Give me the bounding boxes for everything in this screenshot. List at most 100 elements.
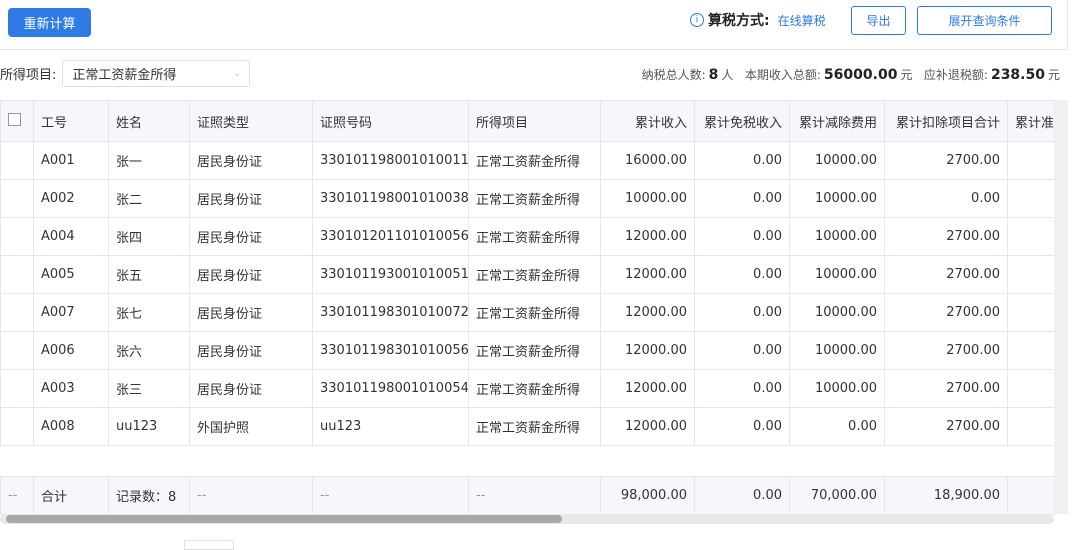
table-cell: 正常工资薪金所得 (468, 255, 601, 294)
row-select-cell[interactable] (0, 369, 34, 408)
select-all-cell[interactable] (0, 100, 34, 142)
row-select-cell[interactable] (0, 179, 34, 218)
table-cell: 正常工资薪金所得 (468, 141, 601, 180)
table-row[interactable]: A008 uu123 外国护照 uu123 正常工资薪金所得 12000.00 0.00 0.… (0, 407, 1055, 446)
scrollbar-thumb[interactable] (6, 515, 562, 523)
people-label: 纳税总人数: (641, 68, 706, 82)
table-cell: 0.00 (789, 407, 885, 446)
table-cell: 330101198001010054 (312, 369, 469, 408)
table-row[interactable]: A006 张六 居民身份证 330101198301010056 正常工资薪金所得 120… (0, 331, 1055, 370)
table-cell (1007, 217, 1055, 256)
table-cell: 张四 (108, 217, 190, 256)
table-cell: A005 (33, 255, 109, 294)
table-row[interactable]: A007 张七 居民身份证 330101198301010072 正常工资薪金所得 120… (0, 293, 1055, 332)
table-cell: 正常工资薪金所得 (468, 369, 601, 408)
tax-amount: 238.50 (990, 67, 1045, 83)
footer-cell: 18,900.00 (884, 476, 1008, 515)
row-select-cell[interactable] (0, 407, 34, 446)
vertical-scrollbar[interactable] (1054, 100, 1068, 514)
row-select-cell[interactable] (0, 141, 34, 180)
table-cell: 12000.00 (600, 255, 695, 294)
income-label: 本期收入总额: (744, 68, 821, 82)
table-cell: 2700.00 (884, 217, 1008, 256)
table-cell: 居民身份证 (189, 179, 313, 218)
table-cell: 0.00 (694, 369, 790, 408)
empty-cell (0, 445, 1055, 477)
table-cell: uu123 (108, 407, 190, 446)
table-row[interactable]: A005 张五 居民身份证 330101193001010051 正常工资薪金所得 120… (0, 255, 1055, 294)
expand-query-button[interactable]: 展开查询条件 (917, 6, 1052, 35)
table-cell: 2700.00 (884, 331, 1008, 370)
income-total: 56000.00 (823, 67, 898, 83)
table-cell: 张一 (108, 141, 190, 180)
table-cell: A003 (33, 369, 109, 408)
table-cell: 正常工资薪金所得 (468, 407, 601, 446)
table-cell: 张五 (108, 255, 190, 294)
empty-row (0, 445, 1055, 477)
table-cell: 2700.00 (884, 407, 1008, 446)
column-header: 累计减除费用 (789, 100, 885, 142)
column-header: 累计免税收入 (694, 100, 790, 142)
row-select-cell[interactable] (0, 255, 34, 294)
pagination-box[interactable] (184, 540, 234, 550)
table-cell: A001 (33, 141, 109, 180)
table-row[interactable]: A003 张三 居民身份证 330101198001010054 正常工资薪金所得 120… (0, 369, 1055, 408)
export-button[interactable]: 导出 (851, 6, 906, 35)
table-cell: 0.00 (694, 179, 790, 218)
table-cell: 正常工资薪金所得 (468, 217, 601, 256)
tax-table: 工号 姓名 证照类型 证照号码 所得项目 累计收入 累计免税收入 累计减除费用 累计扣除项目合计… (0, 100, 1055, 515)
table-cell: 330101201101010056 (312, 217, 469, 256)
table-cell: 330101198001010038 (312, 179, 469, 218)
table-cell: 10000.00 (789, 369, 885, 408)
chevron-down-icon: ⌄ (233, 68, 242, 79)
table-cell (1007, 331, 1055, 370)
footer-cell: -- (468, 476, 601, 515)
table-row[interactable]: A004 张四 居民身份证 330101201101010056 正常工资薪金所得 120… (0, 217, 1055, 256)
table-cell: 2700.00 (884, 141, 1008, 180)
horizontal-scrollbar[interactable] (0, 514, 1054, 524)
tax-label: 应补退税额: (923, 68, 988, 82)
info-icon: i (690, 13, 704, 27)
table-row[interactable]: A001 张一 居民身份证 330101198001010011 正常工资薪金所得 160… (0, 141, 1055, 180)
table-cell: 居民身份证 (189, 141, 313, 180)
table-cell: 居民身份证 (189, 217, 313, 256)
table-cell: 10000.00 (789, 141, 885, 180)
table-cell: 0.00 (884, 179, 1008, 218)
table-cell (1007, 369, 1055, 408)
income-item-filter: 所得项目: 正常工资薪金所得 ⌄ (0, 60, 251, 87)
table-cell: 12000.00 (600, 407, 695, 446)
table-cell: 12000.00 (600, 331, 695, 370)
column-header: 证照类型 (189, 100, 313, 142)
table-cell (1007, 293, 1055, 332)
table-cell: 张二 (108, 179, 190, 218)
income-unit: 元 (900, 68, 913, 82)
tax-method-link[interactable]: 在线算税 (778, 12, 826, 29)
table-cell: 居民身份证 (189, 255, 313, 294)
table-cell: 0.00 (694, 217, 790, 256)
table-row[interactable]: A002 张二 居民身份证 330101198001010038 正常工资薪金所得 100… (0, 179, 1055, 218)
table-cell: 10000.00 (789, 217, 885, 256)
column-header: 累计扣除项目合计 (884, 100, 1008, 142)
income-item-select[interactable]: 正常工资薪金所得 ⌄ (62, 60, 251, 87)
table-cell: A002 (33, 179, 109, 218)
footer-cell (1007, 476, 1055, 515)
select-all-checkbox[interactable] (8, 112, 21, 126)
toolbar: 重新计算 i 算税方式: 在线算税 导出 展开查询条件 (0, 0, 1068, 50)
table-footer-row: -- 合计 记录数：8 -- -- -- 98,000.00 0.00 70,000.00 18,… (0, 476, 1055, 515)
column-header: 证照号码 (312, 100, 469, 142)
table-cell (1007, 255, 1055, 294)
table-cell: 0.00 (694, 141, 790, 180)
table-cell: 330101198301010072 (312, 293, 469, 332)
table-cell: 2700.00 (884, 369, 1008, 408)
table-cell: 2700.00 (884, 293, 1008, 332)
row-select-cell[interactable] (0, 331, 34, 370)
table-cell (1007, 141, 1055, 180)
table-cell: 10000.00 (789, 255, 885, 294)
row-select-cell[interactable] (0, 293, 34, 332)
table-cell: 居民身份证 (189, 331, 313, 370)
table-cell: 12000.00 (600, 369, 695, 408)
table-cell: 正常工资薪金所得 (468, 331, 601, 370)
recalculate-button[interactable]: 重新计算 (8, 8, 91, 37)
row-select-cell[interactable] (0, 217, 34, 256)
column-header: 累计准 (1007, 100, 1055, 142)
